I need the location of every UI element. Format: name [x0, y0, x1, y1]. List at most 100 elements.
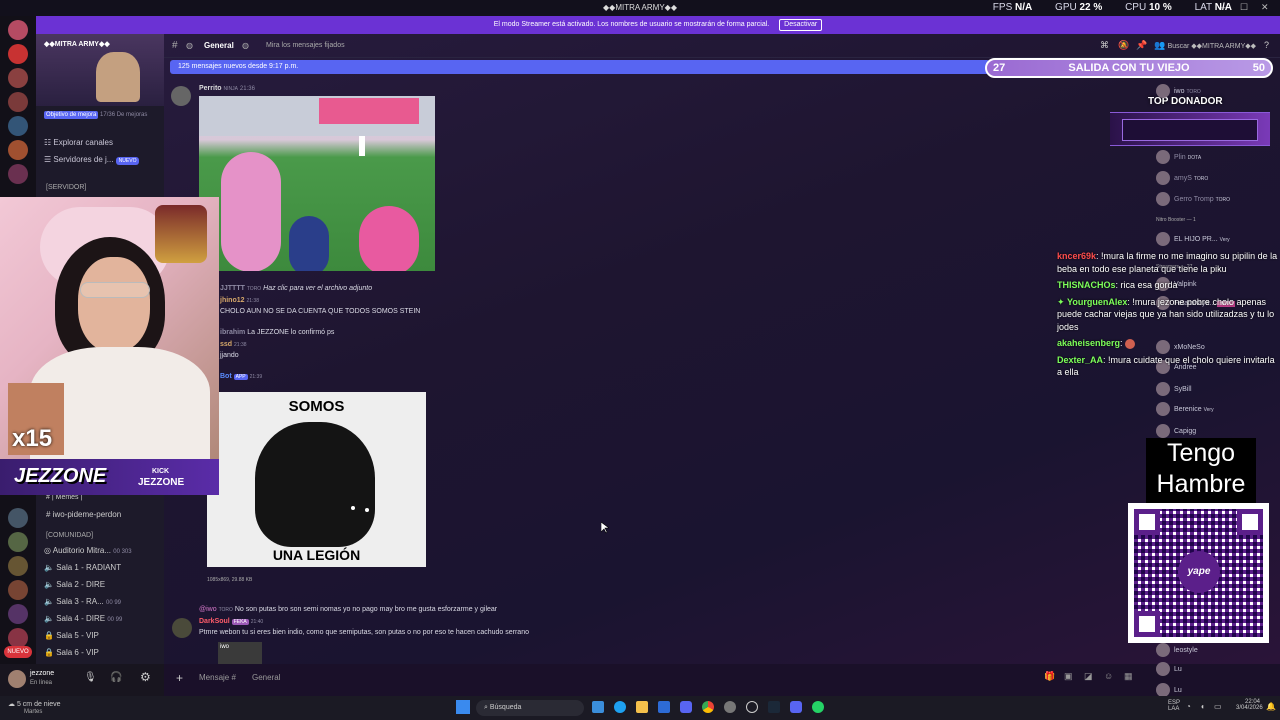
- composer-channel: General: [252, 673, 281, 682]
- emoji-icon[interactable]: ☺: [1104, 671, 1113, 681]
- help-icon[interactable]: ?: [1264, 40, 1269, 50]
- server-icon[interactable]: [8, 508, 28, 528]
- obs-icon[interactable]: [746, 701, 758, 713]
- add-attachment-icon[interactable]: +: [176, 671, 183, 685]
- clock[interactable]: 22:04 3/04/2026: [1236, 699, 1263, 711]
- server-name[interactable]: ◆◆MITRA ARMY◆◆: [44, 40, 110, 48]
- server-icon[interactable]: [8, 164, 28, 184]
- explore-channels[interactable]: ☷ Explorar canales: [44, 138, 113, 147]
- search-input[interactable]: Buscar ◆◆MITRA ARMY◆◆: [1156, 42, 1256, 50]
- voice-channel[interactable]: ◎ Auditorio Mitra... 00 303: [44, 546, 162, 555]
- channel-iwo[interactable]: # iwo-pideme-perdon: [46, 510, 121, 519]
- gift-icon[interactable]: 🎁: [1044, 671, 1055, 682]
- server-icon[interactable]: [8, 580, 28, 600]
- message-composer[interactable]: + Mensaje # General 🎁 ▣ ◪ ☺ ▦: [174, 668, 1133, 688]
- member-item[interactable]: Gerro Tromp TORO: [1156, 192, 1230, 206]
- battery-icon[interactable]: ▭: [1214, 702, 1222, 711]
- streamer-thumb: [96, 52, 140, 102]
- kick-user: JEZZONE: [138, 477, 185, 488]
- chat-line: akaheisenberg:: [1057, 337, 1279, 350]
- voice-channel[interactable]: 🔈 Sala 4 - DIRE 00 99: [44, 614, 162, 623]
- threads-icon[interactable]: ⌘: [1100, 40, 1109, 51]
- member-item[interactable]: Lu: [1156, 683, 1182, 697]
- category-comunidad[interactable]: [COMUNIDAD]: [46, 532, 93, 539]
- reply-preview[interactable]: @iwo TORO No son putas bro son semi noma…: [199, 606, 497, 613]
- voice-channel-locked[interactable]: 🔒 Sala 5 - VIP: [44, 631, 99, 640]
- sticker-icon[interactable]: ◪: [1084, 671, 1093, 682]
- notifications-icon[interactable]: 🔔: [1266, 702, 1276, 711]
- maximize-button[interactable]: ☐: [1240, 2, 1248, 13]
- folder-icon[interactable]: [636, 701, 648, 713]
- disable-streamer-button[interactable]: Desactivar: [779, 19, 823, 31]
- server-icon[interactable]: [8, 556, 28, 576]
- whatsapp-icon[interactable]: [812, 701, 824, 713]
- mute-icon[interactable]: 🔕: [1118, 40, 1129, 51]
- settings-icon[interactable]: [724, 701, 736, 713]
- game-servers[interactable]: ☰ Servidores de j... NUEVO: [44, 155, 140, 165]
- avatar[interactable]: [172, 618, 192, 638]
- server-icon[interactable]: [8, 140, 28, 160]
- server-icon[interactable]: [8, 116, 28, 136]
- member-item[interactable]: leostyle: [1156, 643, 1198, 657]
- server-icon[interactable]: [8, 92, 28, 112]
- member-item[interactable]: Capigg: [1156, 424, 1196, 438]
- gif-icon[interactable]: ▣: [1064, 671, 1073, 682]
- category-servidor[interactable]: [SERVIDOR]: [46, 184, 86, 191]
- glasses-shape: [80, 282, 150, 298]
- attachment-image[interactable]: [199, 96, 435, 271]
- app-icon[interactable]: [592, 701, 604, 713]
- start-button[interactable]: [456, 700, 470, 714]
- member-item[interactable]: Plin DOTA: [1156, 150, 1201, 164]
- avatar[interactable]: [171, 86, 191, 106]
- settings-gear-icon[interactable]: ⚙: [140, 670, 151, 684]
- meme-bottom-text: UNA LEGIÓN: [272, 547, 361, 563]
- steam-icon[interactable]: [768, 701, 780, 713]
- member-item[interactable]: iwo TORO: [1156, 84, 1201, 98]
- mic-icon[interactable]: 🎙: [84, 672, 97, 683]
- server-icon[interactable]: [8, 604, 28, 624]
- edge-icon[interactable]: [614, 701, 626, 713]
- new-messages-bar[interactable]: 125 mensajes nuevos desde 9:17 p.m.: [170, 60, 990, 74]
- close-button[interactable]: ✕: [1261, 2, 1269, 13]
- message-author[interactable]: Perrito: [199, 85, 222, 92]
- meme-image[interactable]: SOMOS UNA LEGIÓN: [207, 392, 426, 567]
- wifi-icon[interactable]: ◔: [1186, 702, 1191, 711]
- voice-channel[interactable]: 🔈 Sala 2 - DIRE: [44, 580, 105, 589]
- reply-thumbnail[interactable]: iwo: [218, 642, 262, 664]
- store-icon[interactable]: [658, 701, 670, 713]
- chrome-icon[interactable]: [702, 701, 714, 713]
- server-icon[interactable]: [8, 628, 28, 648]
- member-item[interactable]: Berenice Very: [1156, 402, 1214, 416]
- mouse-cursor-icon: [601, 522, 609, 534]
- voice-channel-locked[interactable]: 🔒 Sala 6 - VIP: [44, 648, 99, 657]
- discord-icon[interactable]: [790, 701, 802, 713]
- language-indicator[interactable]: ESP LAA: [1168, 700, 1180, 712]
- weather-widget[interactable]: ☁ 5 cm de nieve: [8, 700, 61, 708]
- voice-channel[interactable]: 🔈 Sala 3 - RA... 00 99: [44, 597, 162, 606]
- tengo-hambre-sign: Tengo Hambre: [1146, 438, 1256, 504]
- server-icon[interactable]: [8, 20, 28, 40]
- pin-icon[interactable]: 📌: [1136, 40, 1147, 51]
- headphones-icon[interactable]: 🎧: [110, 672, 122, 683]
- voice-channel[interactable]: 🔈 Sala 1 - RADIANT: [44, 563, 121, 572]
- boost-goal[interactable]: Objetivo de mejora 17/36 De mejoras: [44, 111, 147, 119]
- member-item[interactable]: Lu: [1156, 662, 1182, 676]
- message: JJTTTT TORO Haz clic para ver el archivo…: [220, 285, 373, 292]
- taskbar-search[interactable]: ⌕ Búsqueda: [476, 700, 584, 716]
- member-item[interactable]: EL HIJO PR... Very: [1156, 232, 1230, 246]
- member-item[interactable]: amyS TORO: [1156, 171, 1208, 185]
- volume-icon[interactable]: ◖: [1200, 702, 1205, 711]
- message-text: Ptmre webon tu si eres bien indio, como …: [199, 629, 529, 636]
- teams-icon[interactable]: [680, 701, 692, 713]
- username: jezzone: [30, 670, 55, 677]
- server-icon[interactable]: [8, 68, 28, 88]
- server-icon[interactable]: [8, 44, 28, 64]
- hash-icon: #: [172, 40, 178, 51]
- channel-name: General: [204, 41, 234, 50]
- apps-icon[interactable]: ▦: [1124, 671, 1133, 682]
- avatar[interactable]: [8, 670, 26, 688]
- server-icon[interactable]: [8, 532, 28, 552]
- member-item[interactable]: SyBill: [1156, 382, 1192, 396]
- channel-memes[interactable]: # | Memes |: [46, 494, 82, 501]
- channel-topic[interactable]: Mira los mensajes fijados: [266, 42, 345, 49]
